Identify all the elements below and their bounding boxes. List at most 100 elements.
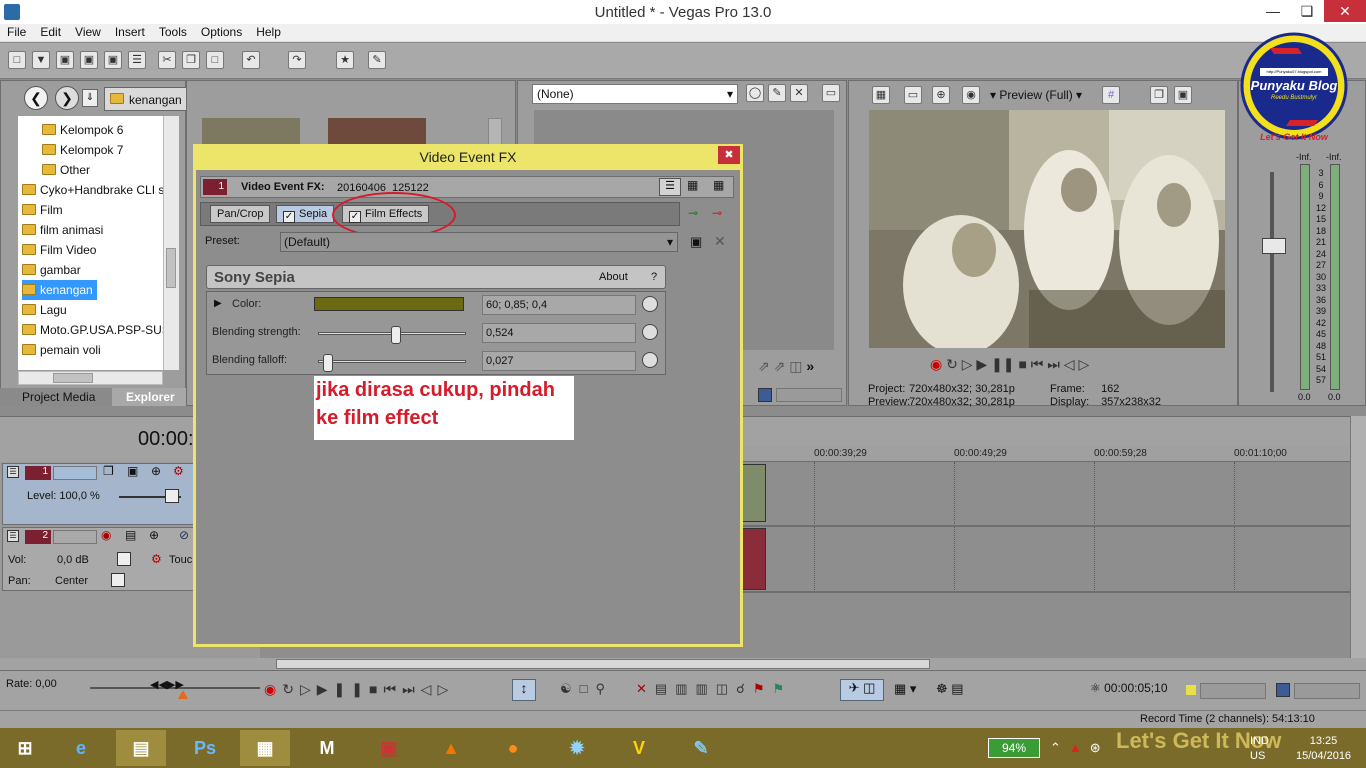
enable-snapping-icon[interactable]: ★ xyxy=(336,51,354,69)
tree-item[interactable]: Film xyxy=(22,200,63,220)
render-icon[interactable]: ▣ xyxy=(104,51,122,69)
selection-tool-icon[interactable]: □ xyxy=(580,681,596,696)
record-icon[interactable]: ◉ xyxy=(930,356,942,372)
previous-frame-icon[interactable]: ◁ xyxy=(421,681,438,697)
mute-icon[interactable]: ⊘ xyxy=(179,528,189,542)
save-snapshot-icon[interactable]: ▣ xyxy=(1174,86,1192,104)
preview-properties-icon[interactable]: ▦ xyxy=(872,86,890,104)
trim-end-icon[interactable]: ▥ xyxy=(696,681,716,696)
trim-icon[interactable]: ◯ xyxy=(746,84,764,102)
checkbox-icon[interactable]: ✓ xyxy=(283,211,295,223)
go-to-end-icon[interactable]: ⏭ xyxy=(402,681,421,697)
collapse-icon[interactable]: ☰ xyxy=(7,466,19,478)
cut-icon[interactable]: ✂ xyxy=(158,51,176,69)
audio-event[interactable] xyxy=(742,528,766,590)
copy-snapshot-icon[interactable]: ❐ xyxy=(1150,86,1168,104)
undo-icon[interactable]: ↶ xyxy=(242,51,260,69)
timeline-horizontal-scrollbar[interactable] xyxy=(0,658,1366,670)
track-motion-icon[interactable]: ❐ xyxy=(103,464,114,478)
animate-icon[interactable] xyxy=(642,324,658,340)
snapping-icon[interactable]: ▦ ▾ xyxy=(894,681,916,697)
previous-frame-icon[interactable]: ◁ xyxy=(1064,356,1075,372)
pin-icon[interactable]: ✎ xyxy=(768,84,786,102)
expand-icon[interactable]: ▶ xyxy=(214,298,222,309)
view-single-icon[interactable]: ☰ xyxy=(659,178,681,196)
video-event[interactable] xyxy=(742,464,766,522)
trimmer-transport[interactable]: ⇗ ⇗ ◫ » xyxy=(758,358,814,375)
tray-icons[interactable]: ⌃▲⊛ xyxy=(1050,740,1109,756)
region-icon[interactable]: ⚑ xyxy=(772,681,792,696)
up-arrow-icon[interactable]: ⌃ xyxy=(1050,740,1069,755)
trimmer-time-field[interactable] xyxy=(776,388,842,402)
lock-envelopes-icon[interactable]: ☸ ▤ xyxy=(936,681,964,697)
pan-slider[interactable] xyxy=(111,573,125,587)
close-icon[interactable]: ✕ xyxy=(1324,0,1366,22)
new-icon[interactable]: □ xyxy=(8,51,26,69)
edit-commands[interactable]: ✕▤▥▥◫☌⚑⚑ xyxy=(636,681,792,697)
file-explorer-icon[interactable]: ▤ xyxy=(116,730,166,766)
external-monitor-icon[interactable]: ▭ xyxy=(904,86,922,104)
param-value[interactable]: 0,524 xyxy=(482,323,636,343)
app-v-icon[interactable]: V xyxy=(614,730,664,766)
tree-item[interactable]: Film Video xyxy=(22,240,96,260)
selection-start-field[interactable] xyxy=(1200,683,1266,699)
back-icon[interactable]: ❮ xyxy=(24,86,48,110)
delete-preset-icon[interactable]: ✕ xyxy=(714,233,726,250)
split-screen-icon[interactable]: ◉ xyxy=(962,86,980,104)
paste-icon[interactable]: □ xyxy=(206,51,224,69)
animate-icon[interactable] xyxy=(642,296,658,312)
movie-maker-icon[interactable]: M xyxy=(302,730,352,766)
menu-file[interactable]: File xyxy=(0,24,33,41)
fx-icon[interactable]: ⊕ xyxy=(932,86,950,104)
preset-dropdown[interactable]: (Default) ▾ xyxy=(280,232,678,252)
tree-item[interactable]: film animasi xyxy=(22,220,103,240)
forward-icon[interactable]: ❯ xyxy=(55,86,79,110)
antivirus-icon[interactable]: ▲ xyxy=(1069,740,1090,755)
overlays-icon[interactable]: # xyxy=(1102,86,1120,104)
track-name-field[interactable] xyxy=(53,466,97,480)
zoom-tool-icon[interactable]: ⚲ xyxy=(596,681,614,696)
menu-view[interactable]: View xyxy=(68,24,108,41)
track-fx-icon[interactable]: ⊕ xyxy=(151,464,161,478)
slider-thumb[interactable] xyxy=(391,326,401,344)
close-icon[interactable]: ✖ xyxy=(718,146,740,164)
minimize-icon[interactable]: — xyxy=(1256,0,1290,22)
timeline-vertical-scrollbar[interactable] xyxy=(1350,416,1366,658)
copy-icon[interactable]: ❐ xyxy=(182,51,200,69)
tree-item[interactable]: Other xyxy=(42,160,90,180)
edit-tools[interactable]: ☯□⚲ xyxy=(560,681,613,697)
stop-icon[interactable]: ■ xyxy=(1018,356,1026,372)
plugin-chain-icon[interactable]: ⊸ xyxy=(688,206,698,220)
settings-icon[interactable]: ⚙ xyxy=(151,552,162,566)
file-thumbnail[interactable] xyxy=(328,118,426,144)
menu-options[interactable]: Options xyxy=(194,24,249,41)
menu-help[interactable]: Help xyxy=(249,24,288,41)
settings-icon[interactable]: ⚙ xyxy=(173,464,184,478)
next-frame-icon[interactable]: ▷ xyxy=(1078,356,1089,372)
photoshop-icon[interactable]: Ps xyxy=(180,730,230,766)
loop-region-icon[interactable] xyxy=(1276,683,1290,697)
monitor-icon[interactable]: ▭ xyxy=(822,84,840,102)
loop-icon[interactable]: ↻ xyxy=(282,681,300,697)
stop-icon[interactable]: ■ xyxy=(369,681,383,697)
trimmer-select[interactable]: (None) ▾ xyxy=(532,84,738,104)
menu-tools[interactable]: Tools xyxy=(152,24,194,41)
tree-item[interactable]: Moto.GP.USA.PSP-SUS xyxy=(22,320,164,340)
help-button[interactable]: ? xyxy=(651,271,657,283)
tree-item[interactable]: gambar xyxy=(22,260,81,280)
play-icon[interactable]: ▶ xyxy=(976,356,987,372)
language-indicator[interactable]: IND US xyxy=(1250,734,1269,764)
open-icon[interactable]: ▼ xyxy=(32,51,50,69)
save-icon[interactable]: ▣ xyxy=(56,51,74,69)
view-triple-icon[interactable]: ▦ xyxy=(713,178,724,192)
vlc-icon[interactable]: ▲ xyxy=(426,730,476,766)
trimmer-region-icon[interactable] xyxy=(758,388,772,402)
tab-explorer[interactable]: Explorer xyxy=(112,388,189,406)
tree-item-selected[interactable]: kenangan xyxy=(22,280,97,300)
delete-icon[interactable]: ✕ xyxy=(636,681,655,696)
tree-item[interactable]: Kelompok 7 xyxy=(42,140,123,160)
param-value[interactable]: 0,027 xyxy=(482,351,636,371)
file-thumbnail[interactable] xyxy=(202,118,300,144)
winrar-icon[interactable]: ▣ xyxy=(364,730,414,766)
close-trim-icon[interactable]: ✕ xyxy=(790,84,808,102)
